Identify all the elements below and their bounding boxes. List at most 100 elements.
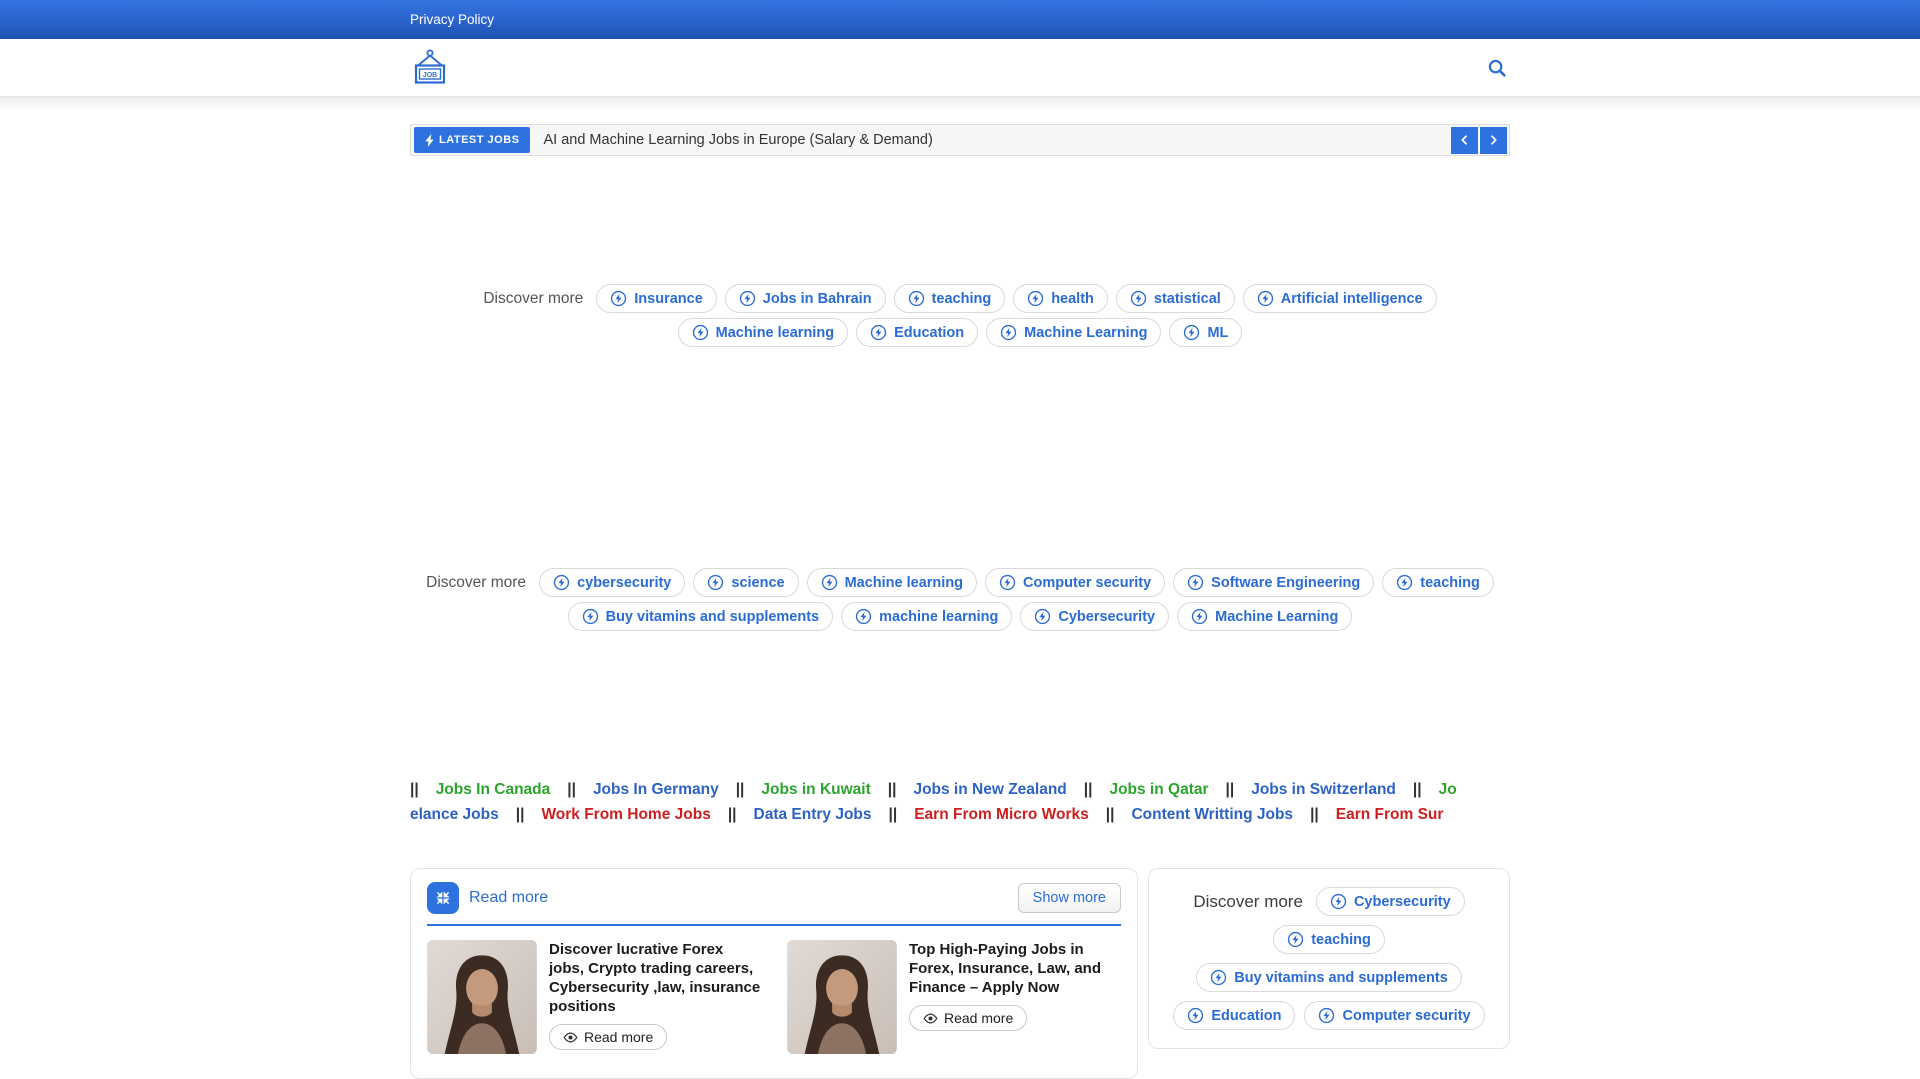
tag-chip[interactable]: Buy vitamins and supplements <box>1196 963 1462 992</box>
bolt-circle-icon <box>1318 1007 1335 1024</box>
tag-chip[interactable]: science <box>693 568 798 597</box>
tag-label: Buy vitamins and supplements <box>606 609 820 625</box>
bolt-circle-icon <box>1187 1007 1204 1024</box>
marquee-link[interactable]: || <box>567 780 576 799</box>
compress-arrows-icon <box>427 882 459 914</box>
bolt-circle-icon <box>1000 324 1017 341</box>
tag-chip[interactable]: Artificial intelligence <box>1243 284 1437 313</box>
read-more-section-title: Read more <box>469 889 548 907</box>
portrait-photo <box>427 940 537 1054</box>
marquee-link[interactable]: || <box>1084 780 1093 799</box>
marquee-link[interactable]: Content Writting Jobs <box>1131 805 1293 824</box>
tag-chip[interactable]: Jobs in Bahrain <box>725 284 886 313</box>
tag-chip[interactable]: Software Engineering <box>1173 568 1374 597</box>
marquee-link[interactable]: || <box>736 780 745 799</box>
marquee-link[interactable]: Jobs in Kuwait <box>761 780 870 799</box>
marquee-link[interactable]: || <box>516 805 525 824</box>
marquee-link[interactable]: || <box>1226 780 1235 799</box>
marquee-link[interactable]: || <box>728 805 737 824</box>
tag-chip[interactable]: teaching <box>1273 925 1385 954</box>
ticker-prev-button[interactable] <box>1451 127 1478 154</box>
tag-chip[interactable]: Machine learning <box>807 568 977 597</box>
top-utility-bar: Privacy Policy <box>0 0 1920 39</box>
tag-label: teaching <box>1420 575 1480 591</box>
ticker-next-button[interactable] <box>1480 127 1507 154</box>
eye-icon <box>923 1011 938 1026</box>
site-logo[interactable]: JOB <box>410 48 450 88</box>
marquee-link[interactable]: || <box>1106 805 1115 824</box>
marquee-link[interactable]: Jobs in Switzerland <box>1251 780 1396 799</box>
tag-chip[interactable]: machine learning <box>841 602 1012 631</box>
article-read-more-button[interactable]: Read more <box>909 1005 1027 1031</box>
marquee-link[interactable]: Data Entry Jobs <box>754 805 872 824</box>
tag-chip[interactable]: Machine Learning <box>986 318 1161 347</box>
marquee-link[interactable]: Jobs In Canada <box>436 780 551 799</box>
article-title[interactable]: Top High-Paying Jobs in Forex, Insurance… <box>909 940 1121 997</box>
search-button[interactable] <box>1484 55 1510 81</box>
job-sign-icon: JOB <box>410 48 450 88</box>
tag-chip[interactable]: Computer security <box>985 568 1165 597</box>
tag-chip[interactable]: health <box>1013 284 1108 313</box>
tag-label: Cybersecurity <box>1058 609 1155 625</box>
tag-chip[interactable]: Computer security <box>1304 1001 1484 1030</box>
tag-label: Insurance <box>634 291 703 307</box>
show-more-button[interactable]: Show more <box>1018 883 1121 913</box>
tag-label: science <box>731 575 784 591</box>
marquee-line-1: || Jobs In Canada || Jobs In Germany || Jobs … <box>410 780 1510 799</box>
discover-row-1: Discover more Insurance Jobs in Bahrain <box>410 284 1510 347</box>
marquee-link[interactable]: Earn From Sur <box>1336 805 1444 824</box>
sidebar-discover-label: Discover more <box>1193 892 1303 912</box>
tag-chip[interactable]: Insurance <box>596 284 717 313</box>
latest-jobs-badge: LATEST JOBS <box>414 127 530 153</box>
tag-label: Jobs in Bahrain <box>763 291 872 307</box>
tag-chip[interactable]: Machine learning <box>678 318 848 347</box>
marquee-link[interactable]: || <box>1310 805 1319 824</box>
bolt-circle-icon <box>999 574 1016 591</box>
tag-chip[interactable]: teaching <box>894 284 1006 313</box>
marquee-link[interactable]: Work From Home Jobs <box>541 805 710 824</box>
marquee-link[interactable]: Jo <box>1439 780 1457 799</box>
marquee-link[interactable]: Earn From Micro Works <box>914 805 1089 824</box>
tag-chip[interactable]: Education <box>856 318 978 347</box>
article-thumbnail[interactable] <box>787 940 897 1054</box>
tag-label: Education <box>894 325 964 341</box>
article-thumbnail[interactable] <box>427 940 537 1054</box>
tag-chip[interactable]: Buy vitamins and supplements <box>568 602 834 631</box>
tag-label: Machine Learning <box>1024 325 1147 341</box>
tag-label: health <box>1051 291 1094 307</box>
tag-chip[interactable]: Education <box>1173 1001 1295 1030</box>
tag-chip[interactable]: cybersecurity <box>539 568 685 597</box>
article-read-more-button[interactable]: Read more <box>549 1024 667 1050</box>
chevron-right-icon <box>1486 132 1501 148</box>
marquee-link[interactable]: Jobs in New Zealand <box>913 780 1066 799</box>
bolt-circle-icon <box>582 608 599 625</box>
tag-label: Machine learning <box>716 325 834 341</box>
tag-chip[interactable]: Cybersecurity <box>1020 602 1169 631</box>
article-title[interactable]: Discover lucrative Forex jobs, Crypto tr… <box>549 940 761 1016</box>
search-icon <box>1486 57 1508 79</box>
marquee-link[interactable]: || <box>410 780 419 799</box>
bolt-circle-icon <box>1187 574 1204 591</box>
job-links-marquee: || Jobs In Canada || Jobs In Germany || Jobs … <box>410 780 1510 830</box>
tag-label: Machine Learning <box>1215 609 1338 625</box>
tag-chip[interactable]: Cybersecurity <box>1316 887 1465 916</box>
ticker-headline-link[interactable]: AI and Machine Learning Jobs in Europe (… <box>543 132 932 148</box>
marquee-link[interactable]: Jobs In Germany <box>593 780 719 799</box>
marquee-link[interactable]: || <box>889 805 898 824</box>
bolt-circle-icon <box>855 608 872 625</box>
tag-chip[interactable]: teaching <box>1382 568 1494 597</box>
privacy-policy-link[interactable]: Privacy Policy <box>410 12 494 27</box>
portrait-photo <box>787 940 897 1054</box>
marquee-link[interactable]: Jobs in Qatar <box>1109 780 1208 799</box>
tag-label: Education <box>1211 1008 1281 1024</box>
bolt-circle-icon <box>692 324 709 341</box>
article-list: Discover lucrative Forex jobs, Crypto tr… <box>427 940 1121 1054</box>
marquee-link[interactable]: elance Jobs <box>410 805 499 824</box>
marquee-link[interactable]: || <box>888 780 897 799</box>
tag-chip[interactable]: statistical <box>1116 284 1235 313</box>
article-read-more-label: Read more <box>584 1029 653 1045</box>
tag-chip[interactable]: ML <box>1169 318 1242 347</box>
tag-chip[interactable]: Machine Learning <box>1177 602 1352 631</box>
bolt-circle-icon <box>1034 608 1051 625</box>
marquee-link[interactable]: || <box>1413 780 1422 799</box>
